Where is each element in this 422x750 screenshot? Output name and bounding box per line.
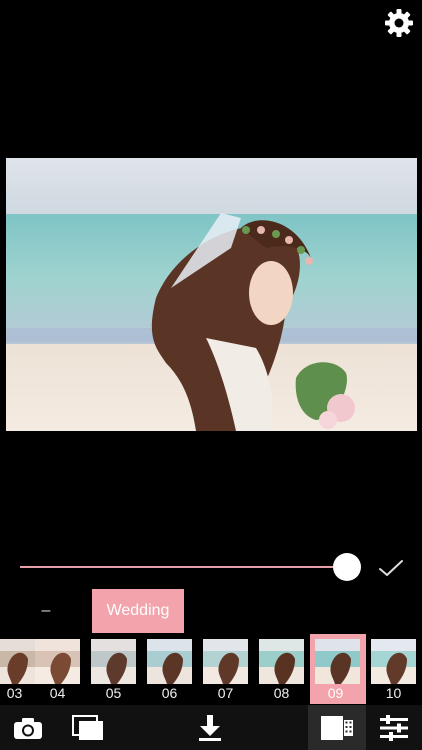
- filter-label: 09: [327, 685, 344, 701]
- filter-thumbnail: [91, 639, 136, 684]
- filter-item[interactable]: 06: [144, 634, 200, 704]
- camera-icon[interactable]: [0, 705, 56, 750]
- filter-thumbnail: [147, 639, 192, 684]
- filter-strip: 03 04 05 06 07 08 09 10: [0, 634, 422, 704]
- filter-item[interactable]: 10: [368, 634, 422, 704]
- slider-knob[interactable]: [333, 553, 361, 581]
- filter-item[interactable]: 08: [256, 634, 312, 704]
- category-previous[interactable]: –: [30, 593, 62, 629]
- gallery-icon[interactable]: [60, 705, 116, 750]
- filter-thumbnail: [35, 639, 80, 684]
- settings-gear-icon[interactable]: [382, 6, 416, 40]
- filter-label: 10: [385, 685, 402, 701]
- filter-label: 05: [105, 685, 122, 701]
- filter-item[interactable]: 04: [32, 634, 88, 704]
- download-icon[interactable]: [182, 705, 238, 750]
- checkmark-icon[interactable]: [376, 556, 406, 580]
- filter-label: 04: [49, 685, 66, 701]
- filter-label: 08: [273, 685, 290, 701]
- filter-label: 07: [217, 685, 234, 701]
- filter-item[interactable]: 05: [88, 634, 144, 704]
- filter-thumbnail: [203, 639, 248, 684]
- category-current[interactable]: Wedding: [92, 589, 184, 633]
- filter-item[interactable]: 07: [200, 634, 256, 704]
- filter-thumbnail: [371, 639, 416, 684]
- filter-thumbnail: [259, 639, 304, 684]
- intensity-slider[interactable]: [20, 552, 361, 582]
- filter-item-selected[interactable]: 09: [310, 634, 366, 704]
- filter-strip-icon[interactable]: [308, 705, 366, 750]
- filter-thumbnail: [315, 639, 360, 684]
- filter-label: 06: [161, 685, 178, 701]
- slider-track[interactable]: [20, 566, 350, 568]
- photo-preview[interactable]: [6, 158, 417, 431]
- bottom-toolbar: [0, 705, 422, 750]
- adjust-sliders-icon[interactable]: [366, 705, 422, 750]
